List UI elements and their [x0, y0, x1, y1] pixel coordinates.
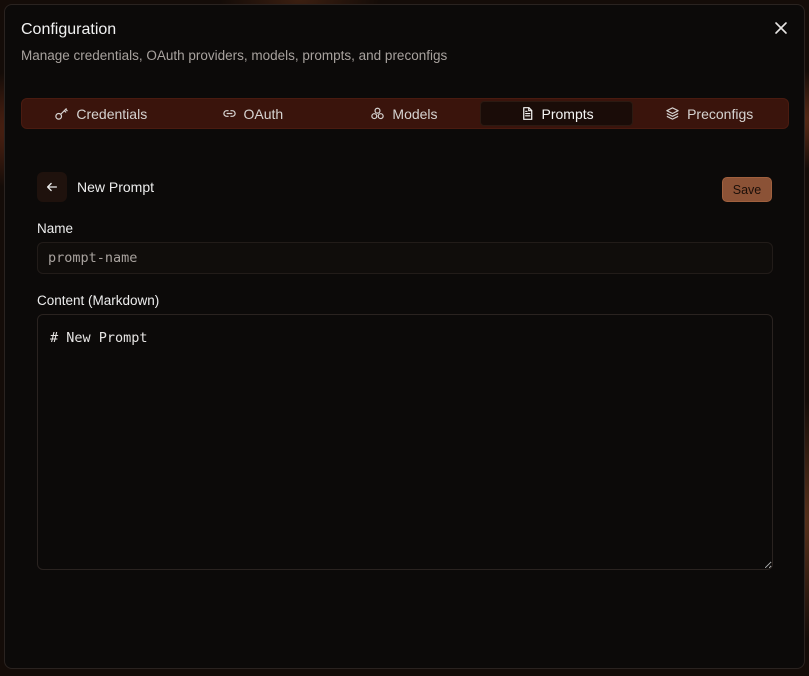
tab-label: Preconfigs — [687, 105, 754, 122]
tab-prompts[interactable]: Prompts — [479, 101, 634, 126]
back-button[interactable] — [37, 172, 67, 202]
link-icon — [222, 110, 236, 117]
content-label: Content (Markdown) — [37, 293, 160, 308]
configuration-dialog: Configuration Manage credentials, OAuth … — [4, 4, 805, 669]
tab-label: Prompts — [541, 105, 594, 122]
dialog-subtitle: Manage credentials, OAuth providers, mod… — [21, 48, 448, 63]
layers-icon — [666, 107, 679, 120]
tab-credentials[interactable]: Credentials — [25, 101, 177, 126]
tab-bar: Credentials OAuth Models Prompts Preconf… — [21, 98, 789, 129]
tab-label: Credentials — [76, 105, 148, 122]
tab-models[interactable]: Models — [328, 101, 480, 126]
key-icon — [55, 108, 69, 120]
content-textarea[interactable] — [37, 314, 773, 570]
save-button[interactable]: Save — [722, 177, 772, 202]
name-label: Name — [37, 221, 74, 236]
file-text-icon — [522, 107, 532, 120]
dialog-title: Configuration — [21, 21, 117, 38]
tab-oauth[interactable]: OAuth — [177, 101, 329, 126]
close-icon[interactable] — [772, 19, 790, 37]
boxes-icon — [371, 107, 385, 120]
page-title: New Prompt — [77, 179, 155, 195]
arrow-left-icon — [46, 182, 58, 192]
tab-label: Models — [392, 105, 438, 122]
name-input[interactable] — [37, 242, 773, 274]
tab-preconfigs[interactable]: Preconfigs — [633, 101, 785, 126]
tab-label: OAuth — [243, 105, 284, 122]
